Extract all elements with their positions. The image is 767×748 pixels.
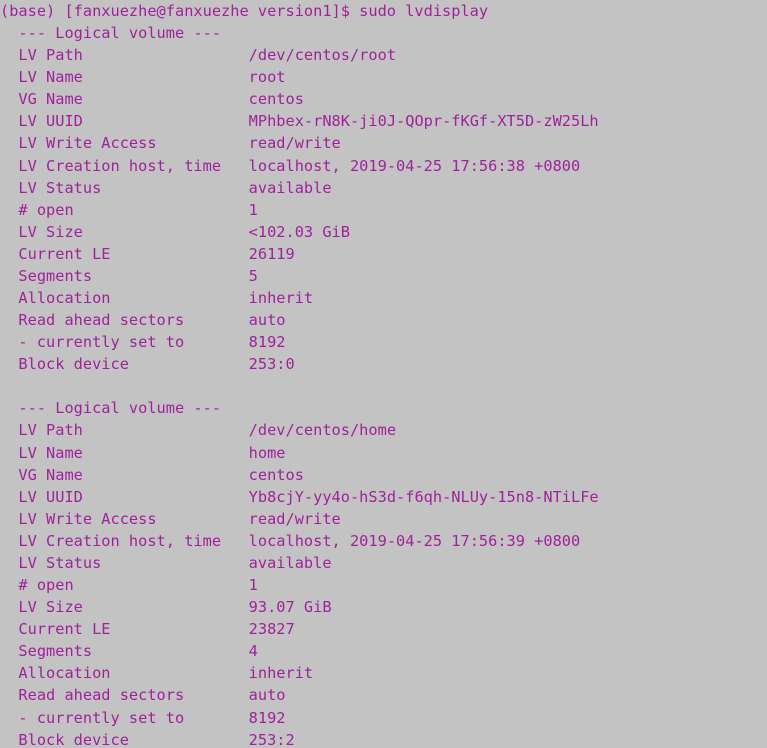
lv-property-label: LV Name bbox=[0, 68, 249, 87]
lv-property-label: LV UUID bbox=[0, 487, 249, 506]
lv-property-value: 1 bbox=[248, 576, 258, 595]
shell-prompt-line: (base) [fanxuezhe@fanxuezhe version1]$ s… bbox=[0, 2, 489, 20]
lv-property-label: LV Creation host, time bbox=[0, 531, 249, 550]
lvdisplay-output: --- Logical volume --- LV Path /dev/cent… bbox=[0, 22, 767, 748]
lv-property-value: auto bbox=[248, 311, 286, 330]
lv-property-row: Current LE 23827 bbox=[0, 618, 767, 640]
lv-property-row: LV Path /dev/centos/home bbox=[0, 419, 767, 441]
lv-property-row: Current LE 26119 bbox=[0, 243, 767, 265]
lv-property-label: LV Write Access bbox=[0, 134, 249, 153]
lv-property-value: 1 bbox=[248, 200, 258, 219]
lv-property-row: - currently set to 8192 bbox=[0, 331, 767, 353]
lv-property-value: 253:0 bbox=[248, 355, 295, 374]
lv-property-row: # open 1 bbox=[0, 199, 767, 221]
lv-property-row: LV UUID Yb8cjY-yy4o-hS3d-f6qh-NLUy-15n8-… bbox=[0, 486, 767, 508]
lv-property-row: LV UUID MPhbex-rN8K-ji0J-QOpr-fKGf-XT5D-… bbox=[0, 110, 767, 132]
lv-property-value: centos bbox=[248, 465, 304, 484]
lv-property-value: available bbox=[248, 553, 332, 572]
lv-property-label: Current LE bbox=[0, 620, 249, 639]
lv-property-row: VG Name centos bbox=[0, 88, 767, 110]
lv-property-label: LV Creation host, time bbox=[0, 156, 249, 175]
lv-property-label: Current LE bbox=[0, 244, 249, 263]
lv-property-label: Segments bbox=[0, 642, 249, 661]
lv-property-value: Yb8cjY-yy4o-hS3d-f6qh-NLUy-15n8-NTiLFe bbox=[248, 487, 599, 506]
lv-property-row: LV Size <102.03 GiB bbox=[0, 221, 767, 243]
lv-property-value: localhost, 2019-04-25 17:56:38 +0800 bbox=[248, 156, 581, 175]
lv-property-row: VG Name centos bbox=[0, 464, 767, 486]
lv-property-value: <102.03 GiB bbox=[248, 222, 350, 241]
lv-property-label: LV Size bbox=[0, 598, 249, 617]
lv-property-label: VG Name bbox=[0, 90, 249, 109]
lv-property-value: localhost, 2019-04-25 17:56:39 +0800 bbox=[248, 531, 581, 550]
lv-property-label: LV Write Access bbox=[0, 509, 249, 528]
lv-property-label: # open bbox=[0, 576, 249, 595]
lv-property-row: LV Path /dev/centos/root bbox=[0, 44, 767, 66]
lv-property-row: Read ahead sectors auto bbox=[0, 309, 767, 331]
lv-property-row: Segments 5 bbox=[0, 265, 767, 287]
lv-property-value: auto bbox=[248, 686, 286, 705]
lv-property-row: LV Write Access read/write bbox=[0, 508, 767, 530]
lv-property-row: # open 1 bbox=[0, 574, 767, 596]
lv-property-value: 4 bbox=[248, 642, 258, 661]
lv-property-row: LV Creation host, time localhost, 2019-0… bbox=[0, 530, 767, 552]
lv-property-value: read/write bbox=[248, 509, 341, 528]
lv-property-row: Segments 4 bbox=[0, 640, 767, 662]
lv-property-row: Block device 253:2 bbox=[0, 729, 767, 748]
lv-property-value: MPhbex-rN8K-ji0J-QOpr-fKGf-XT5D-zW25Lh bbox=[248, 112, 599, 131]
lv-property-label: Allocation bbox=[0, 289, 249, 308]
lv-property-value: root bbox=[248, 68, 286, 87]
lv-property-row: LV Creation host, time localhost, 2019-0… bbox=[0, 155, 767, 177]
lv-property-value: 8192 bbox=[248, 333, 286, 352]
lv-property-row: LV Name home bbox=[0, 442, 767, 464]
lv-property-row: LV Name root bbox=[0, 66, 767, 88]
lv-property-value: inherit bbox=[248, 289, 314, 308]
lv-property-label: # open bbox=[0, 200, 249, 219]
lv-property-value: /dev/centos/home bbox=[248, 421, 397, 440]
terminal-output[interactable]: (base) [fanxuezhe@fanxuezhe version1]$ s… bbox=[0, 0, 767, 748]
lv-property-value: 26119 bbox=[248, 244, 295, 263]
lv-property-value: read/write bbox=[248, 134, 341, 153]
lv-property-value: available bbox=[248, 178, 332, 197]
lv-property-row: LV Write Access read/write bbox=[0, 132, 767, 154]
lv-property-value: home bbox=[248, 443, 286, 462]
lv-property-value: 253:2 bbox=[248, 730, 295, 748]
lv-property-value: 8192 bbox=[248, 708, 286, 727]
lv-property-label: - currently set to bbox=[0, 333, 249, 352]
lv-property-value: centos bbox=[248, 90, 304, 109]
lv-property-label: Read ahead sectors bbox=[0, 311, 249, 330]
lv-property-row: Allocation inherit bbox=[0, 287, 767, 309]
lv-property-row: LV Size 93.07 GiB bbox=[0, 596, 767, 618]
lv-property-value: /dev/centos/root bbox=[248, 46, 397, 65]
lv-property-value: inherit bbox=[248, 664, 314, 683]
lv-property-label: LV Name bbox=[0, 443, 249, 462]
logical-volume-header: --- Logical volume --- bbox=[0, 399, 222, 418]
lv-property-label: LV UUID bbox=[0, 112, 249, 131]
lv-property-label: Read ahead sectors bbox=[0, 686, 249, 705]
lv-property-label: Allocation bbox=[0, 664, 249, 683]
lv-property-row: LV Status available bbox=[0, 552, 767, 574]
lv-property-label: LV Status bbox=[0, 178, 249, 197]
lv-property-label: VG Name bbox=[0, 465, 249, 484]
lv-property-label: LV Status bbox=[0, 553, 249, 572]
lv-property-row: - currently set to 8192 bbox=[0, 707, 767, 729]
lv-property-label: LV Path bbox=[0, 46, 249, 65]
lv-property-label: LV Path bbox=[0, 421, 249, 440]
lv-property-row: Allocation inherit bbox=[0, 662, 767, 684]
lv-property-value: 23827 bbox=[248, 620, 295, 639]
logical-volume-header: --- Logical volume --- bbox=[0, 24, 222, 43]
lv-property-label: Block device bbox=[0, 355, 249, 374]
lv-property-row: Block device 253:0 bbox=[0, 353, 767, 375]
lv-property-value: 93.07 GiB bbox=[248, 598, 332, 617]
lv-property-row: Read ahead sectors auto bbox=[0, 684, 767, 706]
lv-property-label: Segments bbox=[0, 266, 249, 285]
lv-property-row: LV Status available bbox=[0, 177, 767, 199]
lv-property-value: 5 bbox=[248, 266, 258, 285]
lv-property-label: LV Size bbox=[0, 222, 249, 241]
lv-property-label: - currently set to bbox=[0, 708, 249, 727]
lv-property-label: Block device bbox=[0, 730, 249, 748]
